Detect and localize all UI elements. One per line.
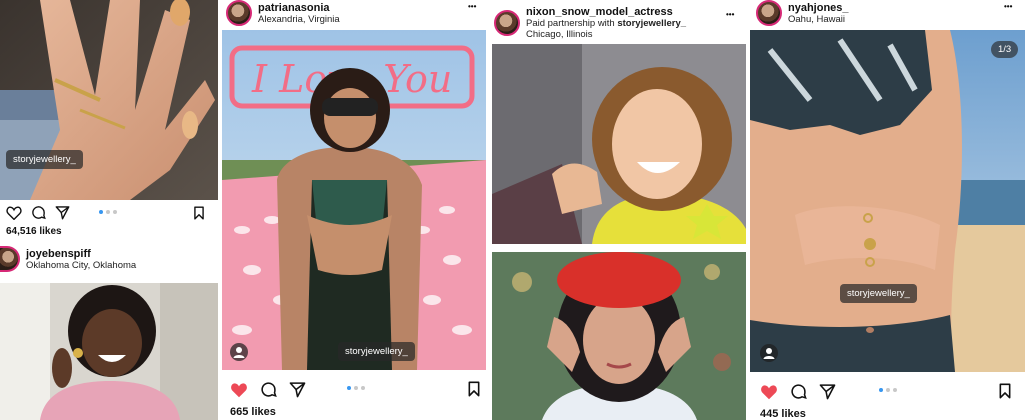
username[interactable]: nyahjones_ bbox=[788, 2, 849, 14]
post-column-1: storyjewellery_ 64,516 likes joyebenspif… bbox=[0, 0, 218, 420]
more-options-icon[interactable]: ••• bbox=[468, 2, 476, 11]
username[interactable]: patrianasonia bbox=[258, 2, 340, 14]
partnership-prefix: Paid partnership with bbox=[526, 18, 618, 29]
heart-icon[interactable] bbox=[230, 382, 248, 398]
post-photo-hand-rings[interactable]: storyjewellery_ bbox=[0, 0, 218, 200]
comment-icon[interactable] bbox=[260, 381, 277, 398]
carousel-indicator bbox=[347, 386, 365, 390]
post-column-4: nyahjones_ Oahu, Hawaii ••• 1/3 storyjew… bbox=[750, 0, 1025, 420]
location[interactable]: Alexandria, Virginia bbox=[258, 14, 340, 25]
more-options-icon[interactable]: ••• bbox=[1004, 2, 1012, 11]
post-6-actions bbox=[760, 383, 836, 400]
post-photo-red-beret[interactable] bbox=[492, 252, 746, 420]
pager-dot bbox=[893, 388, 897, 392]
partnership-partner[interactable]: storyjewellery_ bbox=[617, 18, 686, 29]
paid-partnership: Paid partnership with storyjewellery_ bbox=[526, 18, 686, 29]
smiling-woman-image bbox=[0, 283, 218, 420]
post-photo-smiling-teen[interactable] bbox=[492, 44, 746, 244]
heart-icon[interactable] bbox=[760, 384, 778, 400]
tagged-user-icon[interactable] bbox=[760, 344, 778, 362]
post-6-header: nyahjones_ Oahu, Hawaii bbox=[756, 0, 849, 26]
carousel-indicator bbox=[99, 210, 117, 214]
pager-dot bbox=[113, 210, 117, 214]
hand-rings-image bbox=[0, 0, 218, 200]
post-2-header: joyebenspiff Oklahoma City, Oklahoma bbox=[0, 246, 136, 272]
likes-count[interactable]: 445 likes bbox=[760, 408, 806, 420]
carousel-counter: 1/3 bbox=[991, 41, 1019, 58]
share-icon[interactable] bbox=[55, 205, 70, 220]
smiling-teen-image bbox=[492, 44, 746, 244]
location[interactable]: Oklahoma City, Oklahoma bbox=[26, 260, 136, 271]
likes-count[interactable]: 64,516 likes bbox=[6, 226, 62, 237]
bookmark-icon[interactable] bbox=[467, 381, 481, 397]
person-icon bbox=[233, 347, 245, 358]
avatar[interactable] bbox=[0, 246, 20, 272]
comment-icon[interactable] bbox=[790, 383, 807, 400]
product-tag[interactable]: storyjewellery_ bbox=[6, 150, 83, 169]
post-column-3: nixon_snow_model_actress Paid partnershi… bbox=[490, 0, 748, 420]
beach-image bbox=[750, 30, 1025, 372]
heart-icon[interactable] bbox=[6, 206, 22, 220]
tagged-user-icon[interactable] bbox=[230, 343, 248, 361]
share-icon[interactable] bbox=[819, 383, 836, 400]
post-4-header: nixon_snow_model_actress Paid partnershi… bbox=[494, 6, 686, 40]
post-photo-beach[interactable]: 1/3 storyjewellery_ bbox=[750, 30, 1025, 372]
pager-dot bbox=[886, 388, 890, 392]
username[interactable]: joyebenspiff bbox=[26, 248, 136, 260]
avatar[interactable] bbox=[226, 0, 252, 26]
avatar[interactable] bbox=[494, 10, 520, 36]
product-tag[interactable]: storyjewellery_ bbox=[338, 342, 415, 361]
pager-dot bbox=[354, 386, 358, 390]
comment-icon[interactable] bbox=[31, 205, 46, 220]
pager-dot bbox=[361, 386, 365, 390]
post-3-actions bbox=[230, 381, 306, 398]
carousel-indicator bbox=[879, 388, 897, 392]
location[interactable]: Chicago, Illinois bbox=[526, 29, 686, 40]
post-3-header: patrianasonia Alexandria, Virginia bbox=[226, 0, 340, 26]
pink-mural-image: I Love You bbox=[222, 30, 486, 370]
pager-dot bbox=[106, 210, 110, 214]
post-1-actions bbox=[6, 205, 70, 220]
post-column-2: patrianasonia Alexandria, Virginia ••• I… bbox=[220, 0, 488, 420]
pager-dot bbox=[879, 388, 883, 392]
pager-dot bbox=[99, 210, 103, 214]
post-photo-pink-mural[interactable]: I Love You storyjewellery_ bbox=[222, 30, 486, 370]
pager-dot bbox=[347, 386, 351, 390]
product-tag[interactable]: storyjewellery_ bbox=[840, 284, 917, 303]
location[interactable]: Oahu, Hawaii bbox=[788, 14, 849, 25]
likes-count[interactable]: 665 likes bbox=[230, 406, 276, 418]
person-icon bbox=[763, 348, 775, 359]
avatar[interactable] bbox=[756, 0, 782, 26]
share-icon[interactable] bbox=[289, 381, 306, 398]
bookmark-icon[interactable] bbox=[998, 383, 1012, 399]
bookmark-icon[interactable] bbox=[193, 206, 205, 220]
more-options-icon[interactable]: ••• bbox=[726, 10, 734, 19]
post-photo-smiling-woman[interactable] bbox=[0, 283, 218, 420]
username[interactable]: nixon_snow_model_actress bbox=[526, 6, 686, 18]
red-beret-image bbox=[492, 252, 746, 420]
